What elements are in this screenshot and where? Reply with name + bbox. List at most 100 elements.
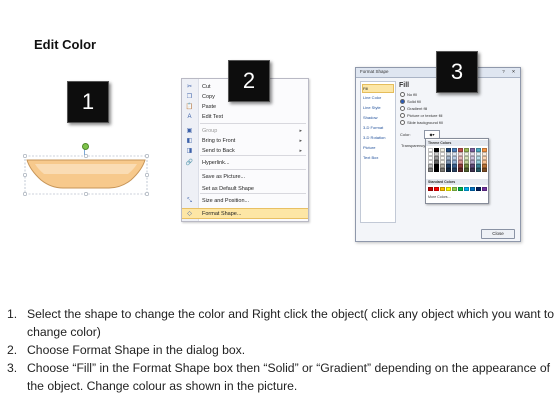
color-swatch[interactable]: [476, 187, 481, 191]
color-swatch[interactable]: [482, 187, 487, 191]
instruction-step: 3. Choose “Fill” in the Format Shape box …: [7, 359, 555, 395]
menu-item-label: Size and Position...: [202, 198, 250, 204]
menu-item-label: Copy: [202, 94, 215, 100]
nav-item-text-box[interactable]: Text Box: [363, 154, 393, 162]
step-number: 1.: [7, 307, 18, 321]
size-position-icon: ⤡: [187, 198, 192, 204]
color-swatch[interactable]: [470, 187, 475, 191]
fill-option-gradient-fill[interactable]: Gradient fill: [400, 106, 427, 112]
menu-item-save-as-picture[interactable]: Save as Picture...: [182, 172, 308, 182]
color-label: Color:: [400, 132, 411, 137]
shape-highlight: [35, 164, 137, 174]
rotation-handle[interactable]: [82, 143, 89, 150]
menu-separator: [200, 169, 306, 170]
instruction-step: 2. Choose Format Shape in the dialog box.: [7, 341, 555, 359]
menu-item-label: Hyperlink...: [202, 160, 230, 166]
color-swatch[interactable]: [470, 168, 475, 172]
group-icon: ▣: [186, 128, 193, 134]
color-swatch[interactable]: [440, 168, 445, 172]
nav-item-shadow[interactable]: Shadow: [363, 114, 393, 122]
color-swatch[interactable]: [464, 168, 469, 172]
help-icon[interactable]: ?: [499, 69, 508, 75]
step-badge-3: 3: [436, 51, 478, 93]
color-swatch[interactable]: [440, 187, 445, 191]
close-button[interactable]: Close: [481, 229, 515, 239]
close-icon[interactable]: ✕: [509, 69, 518, 75]
dialog-title: Format Shape: [360, 69, 389, 74]
standard-color-grid: [428, 187, 487, 191]
send-to-back-icon: ◨: [186, 148, 193, 154]
more-colors-link[interactable]: More Colors...: [428, 195, 451, 199]
fill-option-solid-fill[interactable]: Solid fill: [400, 99, 421, 105]
color-swatch[interactable]: [446, 168, 451, 172]
color-swatch[interactable]: [452, 187, 457, 191]
menu-item-paste[interactable]: 📋 Paste: [182, 102, 308, 112]
edit-text-icon: A: [187, 114, 192, 120]
color-swatch[interactable]: [476, 168, 481, 172]
step-number: 3.: [7, 361, 18, 375]
selected-shape[interactable]: [21, 154, 151, 196]
menu-separator: [200, 123, 306, 124]
menu-item-size-and-position[interactable]: ⤡ Size and Position...: [182, 196, 308, 206]
color-swatch[interactable]: [458, 168, 463, 172]
step-text: Select the shape to change the color and…: [27, 307, 555, 339]
menu-item-edit-text[interactable]: A Edit Text: [182, 112, 308, 122]
dialog-nav: Fill Line Color Line Style Shadow 3-D Format…: [360, 81, 396, 223]
fill-option-slide-background-fill[interactable]: Slide background fill: [400, 120, 443, 126]
color-swatch[interactable]: [434, 187, 439, 191]
format-shape-icon: ◇: [187, 211, 192, 217]
menu-item-label: Cut: [202, 84, 211, 90]
menu-item-send-to-back[interactable]: ◨ Send to Back ▸: [182, 146, 308, 156]
menu-item-label: Set as Default Shape: [202, 186, 254, 192]
step-text: Choose Format Shape in the dialog box.: [27, 343, 246, 357]
color-swatch[interactable]: [446, 187, 451, 191]
nav-item-3-d-rotation[interactable]: 3-D Rotation: [363, 134, 393, 142]
menu-item-label: Save as Picture...: [202, 174, 246, 180]
menu-item-set-as-default-shape[interactable]: Set as Default Shape: [182, 184, 308, 194]
menu-item-label: Group: [202, 128, 218, 134]
color-swatch[interactable]: [428, 168, 433, 172]
transparency-label: Transparency:: [401, 143, 427, 148]
color-swatch[interactable]: [434, 168, 439, 172]
menu-item-hyperlink[interactable]: 🔗 Hyperlink...: [182, 158, 308, 168]
menu-item-label: Edit Text: [202, 114, 223, 120]
bring-to-front-icon: ◧: [186, 138, 193, 144]
fill-heading: Fill: [399, 82, 410, 89]
step-badge-1: 1: [67, 81, 109, 123]
color-swatch[interactable]: [482, 168, 487, 172]
radio-button[interactable]: [400, 120, 405, 126]
nav-item-line-style[interactable]: Line Style: [363, 104, 393, 112]
fill-option-label: Gradient fill: [407, 106, 428, 111]
menu-item-bring-to-front[interactable]: ◧ Bring to Front ▸: [182, 136, 308, 146]
menu-item-group: ▣ Group ▸: [182, 126, 308, 136]
color-swatch[interactable]: [428, 187, 433, 191]
menu-item-label: Paste: [202, 104, 217, 110]
step-text: Choose “Fill” in the Format Shape box th…: [27, 361, 551, 393]
copy-icon: ❐: [186, 94, 193, 100]
fill-option-label: Slide background fill: [407, 120, 443, 125]
radio-button[interactable]: [400, 99, 405, 105]
color-swatch[interactable]: [452, 168, 457, 172]
radio-button[interactable]: [400, 106, 405, 112]
color-swatch[interactable]: [464, 187, 469, 191]
nav-item-3-d-format[interactable]: 3-D Format: [363, 124, 393, 132]
nav-item-fill[interactable]: Fill: [362, 84, 394, 93]
menu-item-label: Format Shape...: [202, 211, 242, 217]
menu-item-label: Send to Back: [202, 148, 235, 154]
page-title: Edit Color: [34, 37, 97, 52]
radio-button[interactable]: [400, 92, 405, 98]
fill-option-label: Solid fill: [407, 99, 421, 104]
menu-item-format-shape[interactable]: ◇ Format Shape...: [182, 208, 308, 219]
step-badge-2: 2: [228, 60, 270, 102]
color-swatch[interactable]: [458, 187, 463, 191]
paint-bucket-icon: ◆▾: [429, 132, 435, 137]
fill-option-label: Picture or texture fill: [407, 113, 443, 118]
fill-option-no-fill[interactable]: No fill: [400, 92, 417, 98]
radio-button[interactable]: [400, 113, 405, 119]
step-number: 2.: [7, 343, 18, 357]
fill-option-picture-or-texture-fill[interactable]: Picture or texture fill: [400, 113, 442, 119]
standard-colors-heading: Standard Colors: [426, 179, 488, 185]
nav-item-picture[interactable]: Picture: [363, 144, 393, 152]
nav-item-line-color[interactable]: Line Color: [363, 94, 393, 102]
submenu-arrow-icon: ▸: [299, 138, 302, 144]
